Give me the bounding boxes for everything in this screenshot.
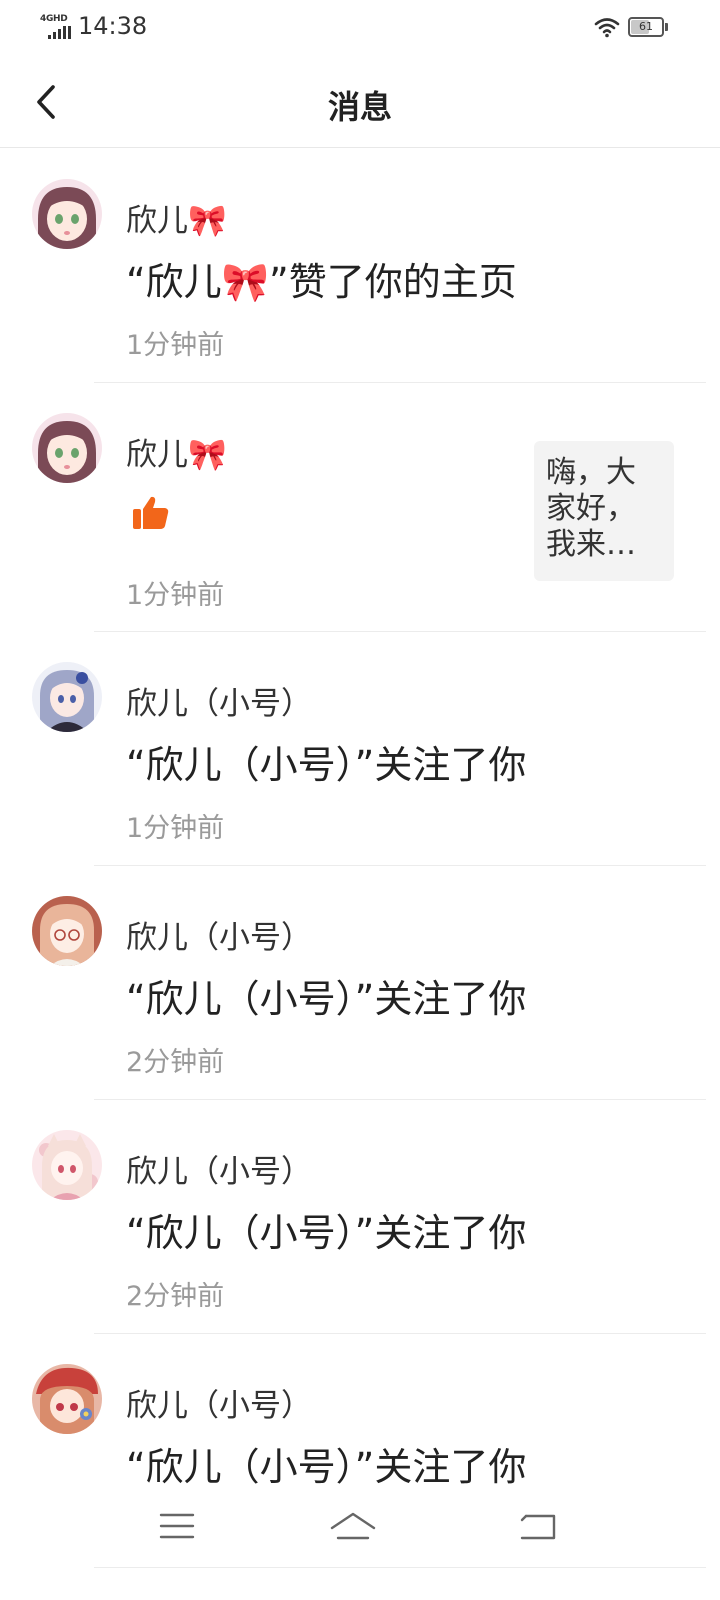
- message-sender[interactable]: 欣儿（小号）: [126, 1380, 312, 1425]
- list-item[interactable]: 欣儿（小号） “欣儿（小号）”关注了你 2分钟前: [0, 866, 720, 1100]
- message-sender[interactable]: 欣儿（小号）: [126, 1146, 312, 1191]
- message-text: “欣儿（小号）”关注了你: [126, 977, 527, 1021]
- avatar[interactable]: [32, 896, 102, 966]
- message-text: “欣儿（小号）”关注了你: [126, 1211, 527, 1255]
- avatar[interactable]: [32, 1130, 102, 1200]
- battery-level: 61: [639, 20, 653, 33]
- avatar[interactable]: [32, 179, 102, 249]
- message-time: 2分钟前: [126, 1281, 225, 1312]
- message-time: 1分钟前: [126, 580, 225, 611]
- menu-icon[interactable]: [158, 1504, 196, 1548]
- message-time: 2分钟前: [126, 1047, 225, 1078]
- system-nav-bar: [0, 1492, 720, 1562]
- avatar[interactable]: [32, 1364, 102, 1434]
- message-sender[interactable]: 欣儿🎀: [126, 429, 227, 474]
- status-bar: 4GHD 14:38 61: [0, 0, 720, 56]
- list-item[interactable]: 欣儿🎀 1分钟前 嗨，大家好，我来…: [0, 383, 720, 632]
- message-time: 1分钟前: [126, 813, 225, 844]
- battery-tip: [665, 23, 668, 31]
- home-icon[interactable]: [328, 1504, 378, 1548]
- header: 消息: [0, 56, 720, 148]
- message-text: “欣儿（小号）”关注了你: [126, 743, 527, 787]
- battery-icon: 61: [628, 17, 664, 37]
- avatar[interactable]: [32, 662, 102, 732]
- list-item[interactable]: 欣儿（小号） “欣儿（小号）”关注了你 1分钟前: [0, 632, 720, 866]
- wifi-icon: [594, 18, 620, 38]
- signal-icon: 4GHD: [40, 14, 74, 40]
- status-time: 14:38: [78, 12, 148, 40]
- return-icon[interactable]: [516, 1504, 560, 1548]
- message-sender[interactable]: 欣儿🎀: [126, 195, 227, 240]
- thumbs-up-icon: [133, 496, 169, 529]
- message-text: “欣儿（小号）”关注了你: [126, 1445, 527, 1489]
- post-preview[interactable]: 嗨，大家好，我来…: [534, 441, 674, 581]
- message-sender[interactable]: 欣儿（小号）: [126, 912, 312, 957]
- message-text: “欣儿🎀”赞了你的主页: [126, 260, 517, 304]
- message-time: 1分钟前: [126, 330, 225, 361]
- page-title: 消息: [327, 88, 392, 126]
- list-item[interactable]: 欣儿🎀 “欣儿🎀”赞了你的主页 1分钟前: [0, 149, 720, 383]
- message-sender[interactable]: 欣儿（小号）: [126, 678, 312, 723]
- avatar[interactable]: [32, 413, 102, 483]
- list-item[interactable]: 欣儿（小号） “欣儿（小号）”关注了你 2分钟前: [0, 1100, 720, 1334]
- message-list: 欣儿🎀 “欣儿🎀”赞了你的主页 1分钟前 欣儿🎀 1分钟前 嗨，大家好，我来…: [0, 149, 720, 1568]
- network-type: 4GHD: [40, 14, 68, 24]
